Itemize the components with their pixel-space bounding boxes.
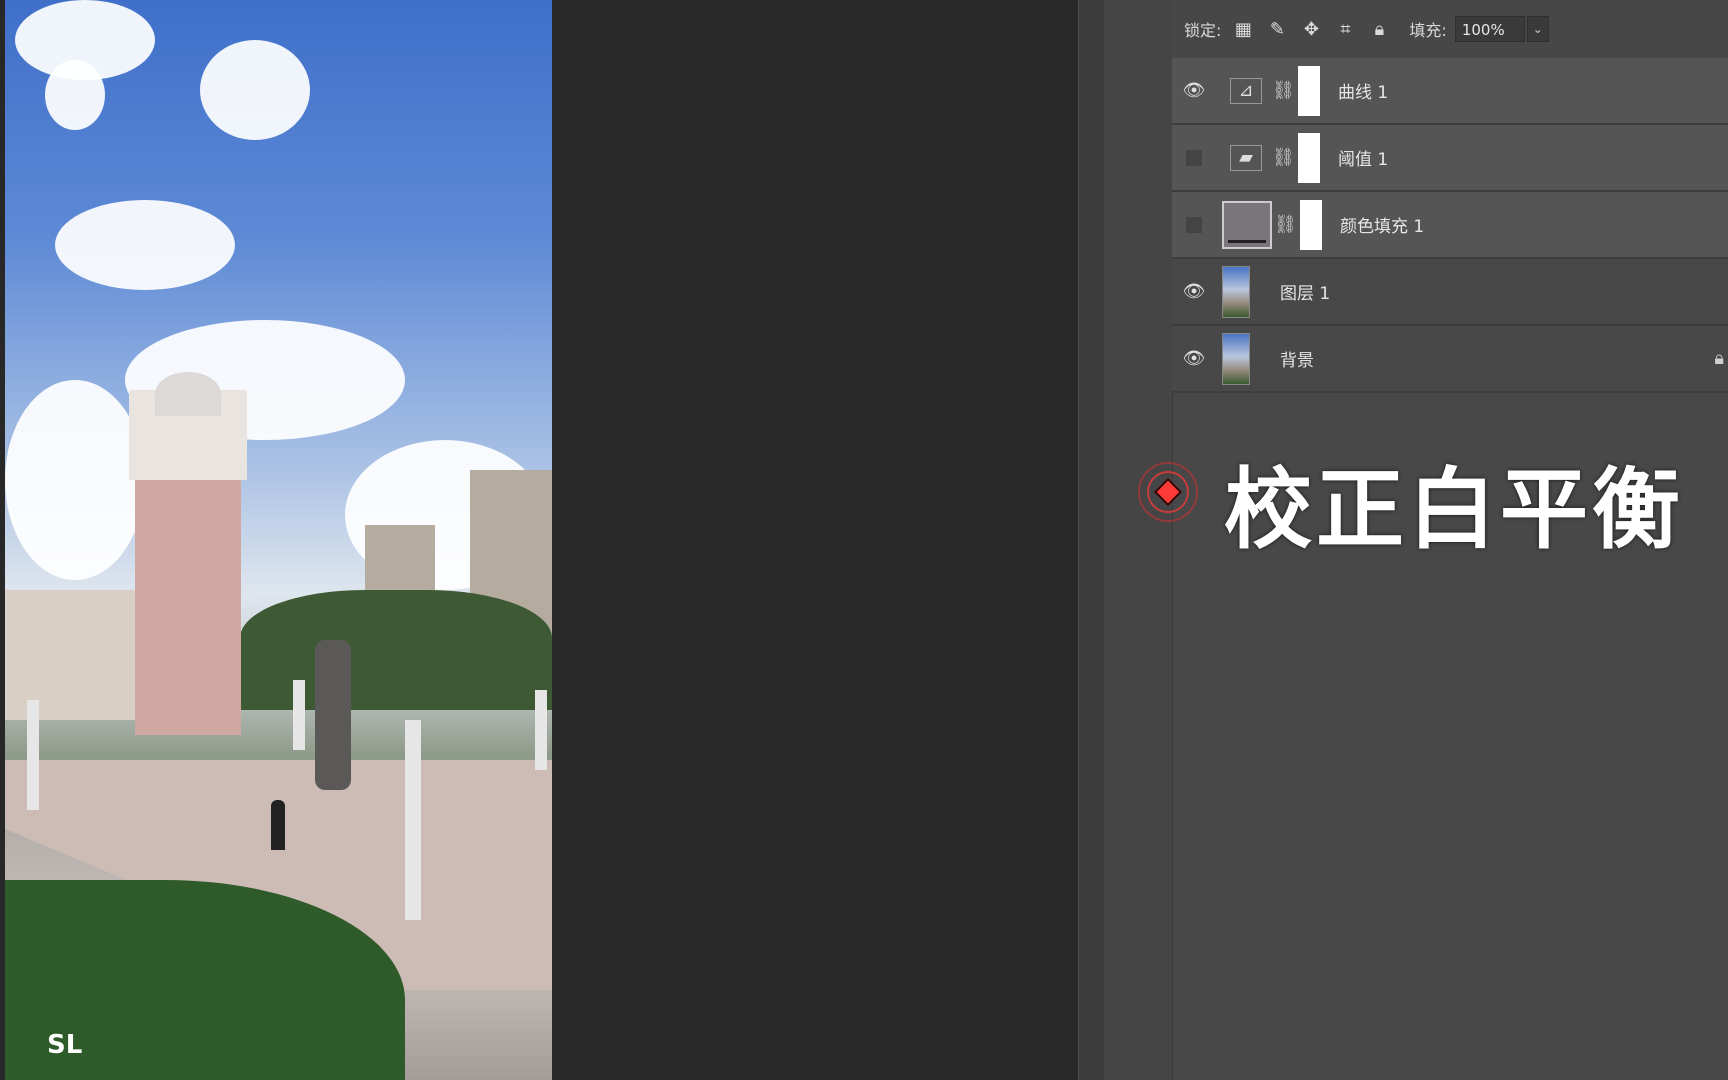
visibility-toggle[interactable] <box>1172 125 1216 190</box>
layer-row-threshold[interactable]: ▰ ⛓︎ 阈值 1 <box>1172 125 1728 192</box>
layer-name[interactable]: 阈值 1 <box>1338 145 1388 170</box>
lock-brush-icon[interactable]: ✎ <box>1267 19 1287 40</box>
fill-label: 填充: <box>1409 21 1447 40</box>
eye-icon: 👁︎ <box>1182 348 1206 369</box>
chevron-down-icon: ⌄ <box>1532 22 1543 36</box>
photo-thumb[interactable] <box>1222 265 1250 318</box>
visibility-toggle[interactable] <box>1172 192 1216 257</box>
link-icon[interactable]: ⛓︎ <box>1272 80 1295 101</box>
eye-icon: 👁︎ <box>1182 80 1206 101</box>
layers-panel-sidebar <box>1104 0 1173 1080</box>
lock-artboard-icon[interactable]: ⌗ <box>1335 19 1355 40</box>
lock-all-icon[interactable]: 🔒︎ <box>1369 19 1389 40</box>
layers-list: 👁︎ ⊿ ⛓︎ 曲线 1 ▰ ⛓︎ 阈值 1 ⛓︎ 颜色填充 1 👁︎ 图层 1… <box>1172 58 1728 393</box>
eye-icon: 👁︎ <box>1182 281 1206 302</box>
fill-dropdown[interactable]: ⌄ <box>1526 16 1549 42</box>
annotation-marker-icon <box>1138 462 1198 522</box>
document-photo[interactable]: SL <box>5 0 552 1080</box>
lock-icon[interactable]: 🔒︎ <box>1714 348 1724 369</box>
visibility-toggle[interactable]: 👁︎ <box>1172 58 1216 123</box>
layer-name[interactable]: 曲线 1 <box>1338 78 1388 103</box>
visibility-toggle[interactable]: 👁︎ <box>1172 259 1216 324</box>
caption-text: 校正白平衡 <box>1224 458 1685 561</box>
layer-row-layer1[interactable]: 👁︎ 图层 1 <box>1172 259 1728 326</box>
threshold-icon: ▰ <box>1230 144 1262 171</box>
link-icon[interactable]: ⛓︎ <box>1272 147 1295 168</box>
document-canvas[interactable]: SL <box>0 0 1078 1080</box>
layer-name[interactable]: 颜色填充 1 <box>1340 212 1424 237</box>
lock-bar: 锁定: ▦ ✎ ✥ ⌗ 🔒︎ 填充: 100% ⌄ <box>1172 0 1728 58</box>
lock-transparent-icon[interactable]: ▦ <box>1233 19 1253 40</box>
layer-name[interactable]: 背景 <box>1280 346 1314 371</box>
fill-input[interactable]: 100% <box>1454 16 1525 42</box>
hidden-box-icon <box>1185 215 1203 234</box>
color-fill-thumb[interactable] <box>1222 200 1272 249</box>
layer-mask-thumbnail[interactable] <box>1298 132 1320 183</box>
layer-mask-thumbnail[interactable] <box>1300 199 1322 250</box>
hidden-box-icon <box>1185 148 1203 167</box>
curves-icon: ⊿ <box>1230 77 1262 104</box>
lock-label: 锁定: <box>1184 21 1222 40</box>
photo-thumb[interactable] <box>1222 332 1250 385</box>
layer-row-background[interactable]: 👁︎ 背景 🔒︎ <box>1172 326 1728 393</box>
lock-move-icon[interactable]: ✥ <box>1301 19 1321 40</box>
layer-name[interactable]: 图层 1 <box>1280 279 1330 304</box>
layer-row-color-fill[interactable]: ⛓︎ 颜色填充 1 <box>1172 192 1728 259</box>
panel-dock-gutter <box>1078 0 1105 1080</box>
layer-row-curves[interactable]: 👁︎ ⊿ ⛓︎ 曲线 1 <box>1172 58 1728 125</box>
layer-mask-thumbnail[interactable] <box>1298 65 1320 116</box>
visibility-toggle[interactable]: 👁︎ <box>1172 326 1216 391</box>
watermark-logo: SL <box>47 1030 83 1060</box>
link-icon[interactable]: ⛓︎ <box>1274 214 1297 235</box>
